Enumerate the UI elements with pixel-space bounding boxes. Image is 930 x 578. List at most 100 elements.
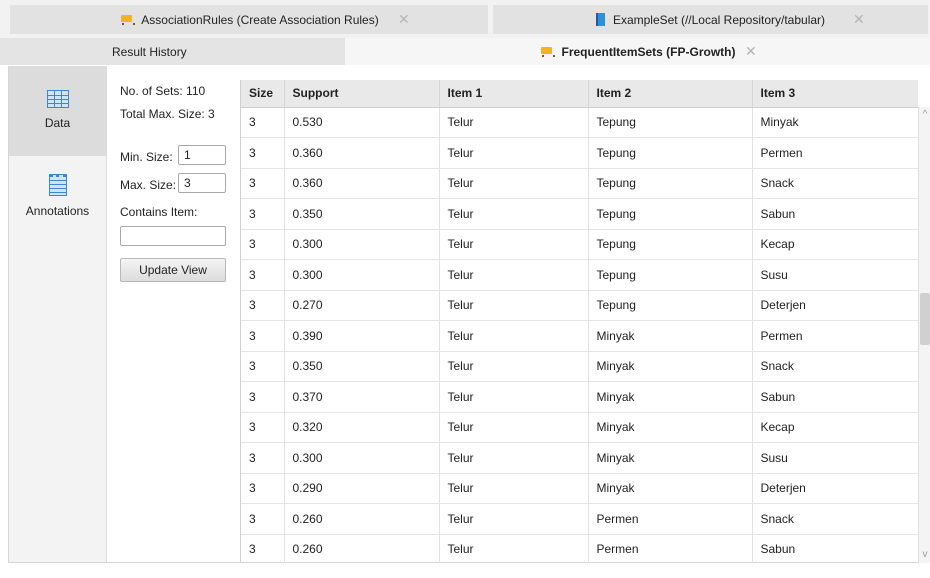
sidebar-item-label: Data [44,116,71,130]
table-cell: Telur [439,229,589,260]
table-cell: 0.300 [284,442,440,474]
table-cell: Minyak [588,442,753,474]
tab-result-history[interactable]: Result History [0,38,345,65]
table-cell: Minyak [588,351,753,382]
top-tab-bar: AssociationRules (Create Association Rul… [0,0,930,38]
tab-label: ExampleSet (//Local Repository/tabular) [612,12,826,27]
scrollbar-thumb[interactable] [920,293,930,345]
table-cell: 0.530 [284,107,440,138]
table-cell: 0.360 [284,168,440,199]
tab-association-rules[interactable]: AssociationRules (Create Association Rul… [10,5,488,34]
tab-label: FrequentItemSets (FP-Growth) [561,44,736,59]
table-cell: Minyak [588,320,753,352]
table-cell: 3 [241,229,285,260]
table-cell: 3 [241,168,285,199]
view-sidebar: Data Annotations [9,66,107,562]
close-icon[interactable]: ✕ [853,11,865,28]
column-header-support[interactable]: Support [284,80,440,108]
table-cell: Tepung [588,198,753,230]
table-row[interactable]: 3 0.270 Telur Tepung Deterjen [241,290,918,321]
table-row[interactable]: 3 0.370 Telur Minyak Sabun [241,381,918,413]
table-row[interactable]: 3 0.390 Telur Minyak Permen [241,320,918,352]
column-header-item-1[interactable]: Item 1 [439,80,589,108]
table-cell: Telur [439,503,589,535]
table-cell: Telur [439,320,589,352]
table-cell: Telur [439,198,589,230]
itemsets-table: Size Support Item 1 Item 2 Item 3 3 0.530… [240,80,918,563]
table-row[interactable]: 3 0.360 Telur Tepung Snack [241,168,918,199]
scroll-down-icon[interactable]: v [920,549,930,561]
table-cell: 3 [241,503,285,535]
table-cell: 0.260 [284,503,440,535]
table-row[interactable]: 3 0.530 Telur Tepung Minyak [241,107,918,138]
table-cell: 3 [241,198,285,230]
table-cell: 3 [241,107,285,138]
table-row[interactable]: 3 0.260 Telur Permen Sabun [241,534,918,563]
column-header-item-2[interactable]: Item 2 [588,80,753,108]
table-cell: Tepung [588,290,753,321]
column-header-item-3[interactable]: Item 3 [752,80,918,108]
cart-icon [119,14,136,26]
table-row[interactable]: 3 0.360 Telur Tepung Permen [241,137,918,169]
table-cell: Snack [752,351,918,382]
table-cell: Telur [439,534,589,563]
max-size-field[interactable]: 3 [178,173,226,193]
table-grid-icon [46,90,69,108]
tab-example-set[interactable]: ExampleSet (//Local Repository/tabular) … [493,5,928,34]
close-icon[interactable]: ✕ [398,11,410,28]
table-cell: 0.320 [284,412,440,443]
table-cell: Sabun [752,534,918,563]
table-cell: Permen [752,137,918,169]
table-row[interactable]: 3 0.300 Telur Tepung Kecap [241,229,918,260]
table-cell: Snack [752,503,918,535]
min-size-field[interactable]: 1 [178,145,226,165]
table-cell: Minyak [588,412,753,443]
table-cell: 0.350 [284,198,440,230]
table-header-row: Size Support Item 1 Item 2 Item 3 [241,80,918,108]
table-cell: Telur [439,290,589,321]
sidebar-item-data[interactable]: Data [9,66,106,156]
table-cell: 0.360 [284,137,440,169]
table-cell: Tepung [588,168,753,199]
vertical-scrollbar[interactable]: ^ v [918,107,930,563]
scroll-up-icon[interactable]: ^ [920,109,930,121]
table-cell: Susu [752,442,918,474]
min-size-label: Min. Size: [120,150,173,164]
table-row[interactable]: 3 0.350 Telur Tepung Sabun [241,198,918,230]
cart-icon [539,46,556,58]
contains-item-field[interactable] [120,226,226,246]
table-cell: Deterjen [752,290,918,321]
column-header-size[interactable]: Size [241,80,285,108]
table-row[interactable]: 3 0.260 Telur Permen Snack [241,503,918,535]
table-cell: Telur [439,473,589,504]
table-cell: 3 [241,259,285,291]
table-cell: Kecap [752,412,918,443]
table-row[interactable]: 3 0.320 Telur Minyak Kecap [241,412,918,443]
table-cell: 3 [241,320,285,352]
book-icon [595,13,605,26]
table-cell: 3 [241,290,285,321]
table-cell: 3 [241,412,285,443]
table-cell: Tepung [588,259,753,291]
table-cell: Tepung [588,137,753,169]
table-row[interactable]: 3 0.300 Telur Minyak Susu [241,442,918,474]
update-view-button[interactable]: Update View [120,258,226,282]
table-cell: Tepung [588,229,753,260]
table-row[interactable]: 3 0.350 Telur Minyak Snack [241,351,918,382]
table-cell: 0.270 [284,290,440,321]
tab-label: Result History [112,44,187,59]
table-cell: Telur [439,107,589,138]
tab-label: AssociationRules (Create Association Rul… [141,12,379,27]
sidebar-item-annotations[interactable]: Annotations [9,164,106,244]
table-row[interactable]: 3 0.290 Telur Minyak Deterjen [241,473,918,504]
table-cell: Susu [752,259,918,291]
table-cell: 0.260 [284,534,440,563]
contains-item-label: Contains Item: [120,205,198,219]
close-icon[interactable]: ✕ [745,43,757,60]
table-cell: 3 [241,534,285,563]
table-cell: Telur [439,381,589,413]
table-cell: 0.370 [284,381,440,413]
tab-frequent-itemsets[interactable]: FrequentItemSets (FP-Growth) ✕ [345,38,930,65]
table-row[interactable]: 3 0.300 Telur Tepung Susu [241,259,918,291]
table-cell: Deterjen [752,473,918,504]
